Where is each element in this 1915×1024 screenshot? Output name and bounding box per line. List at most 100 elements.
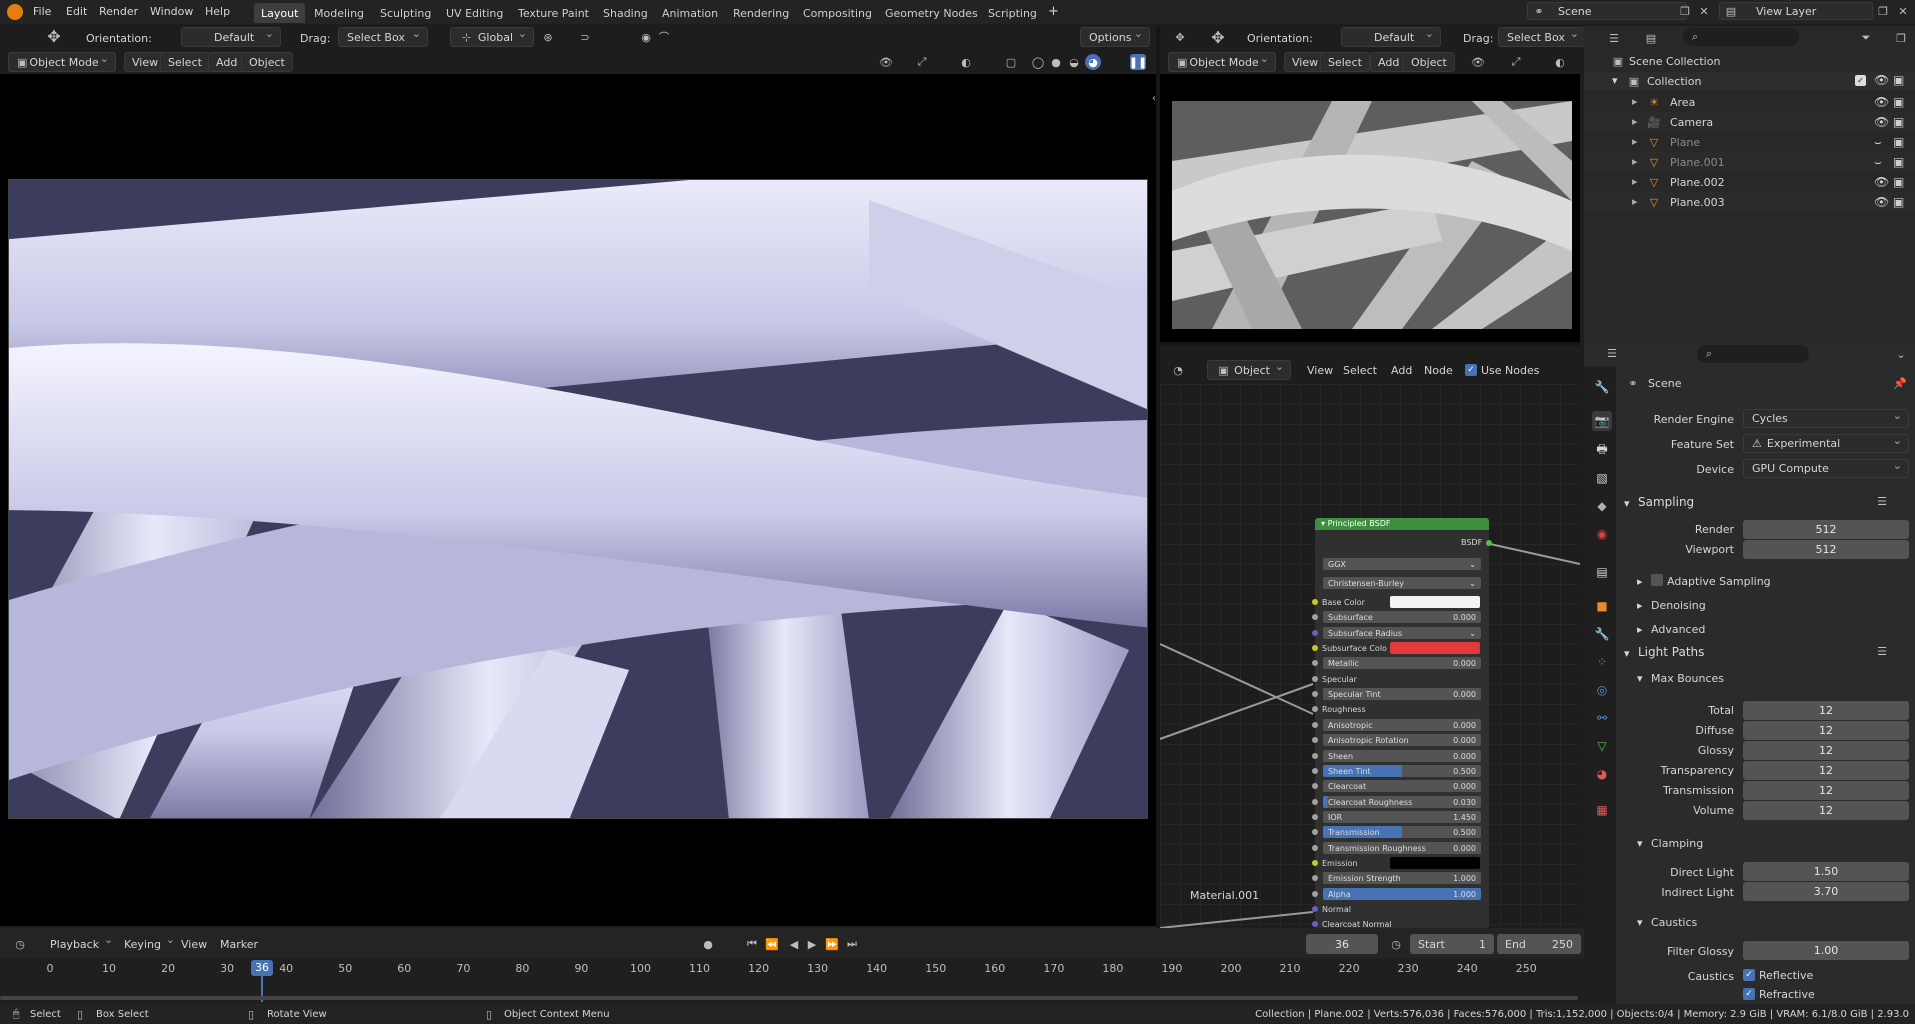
input-socket[interactable] <box>1312 676 1318 682</box>
render-toggle-icon[interactable]: ▣ <box>1893 115 1904 129</box>
rendered-shading-icon[interactable]: ◕ <box>1085 54 1101 70</box>
shader-editor-icon[interactable]: ◔ <box>1170 362 1186 378</box>
filter-icon[interactable]: ⏷ <box>1858 30 1874 46</box>
add-menu[interactable]: Add <box>208 52 246 72</box>
prev-keyframe-icon[interactable]: ⏪ <box>764 936 780 952</box>
node-view-menu[interactable]: View <box>1300 360 1340 380</box>
timeline-type-icon[interactable]: ◷ <box>12 936 28 952</box>
node-input-field[interactable]: Transmission 0.500 <box>1323 826 1481 838</box>
adaptive-expand-icon[interactable]: ▸ <box>1637 575 1643 588</box>
start-frame-field[interactable]: Start 1 <box>1410 934 1494 954</box>
texture-tab-icon[interactable]: ▦ <box>1592 800 1612 820</box>
menu-window[interactable]: Window <box>150 5 193 18</box>
collection-checkbox[interactable]: ✓ <box>1855 75 1866 86</box>
input-socket[interactable] <box>1312 829 1318 835</box>
expand-icon[interactable]: ▸ <box>1632 155 1638 168</box>
refractive-checkbox[interactable]: ✓ <box>1743 988 1755 1000</box>
filter-glossy-field[interactable]: 1.00 <box>1743 941 1909 960</box>
bsdf-output-socket[interactable] <box>1486 540 1492 546</box>
node-input-dropdown[interactable]: Subsurface Radius ⌄ <box>1323 627 1481 639</box>
new-collection-icon[interactable]: ❐ <box>1893 30 1909 46</box>
subsurface-method-dropdown[interactable]: Christensen-Burley ⌄ <box>1323 577 1481 589</box>
bounce-field[interactable]: 12 <box>1743 721 1909 740</box>
device-dropdown[interactable]: GPU Compute <box>1743 459 1909 478</box>
pivot-icon[interactable]: ⊛ <box>540 29 556 45</box>
input-socket[interactable] <box>1312 906 1318 912</box>
playhead-badge[interactable]: 36 <box>251 960 273 976</box>
falloff-icon[interactable]: ⌒ <box>656 29 672 45</box>
outliner-item-name[interactable]: Plane.002 <box>1670 176 1725 189</box>
input-socket[interactable] <box>1312 737 1318 743</box>
record-icon[interactable]: ● <box>700 936 716 952</box>
visibility-toggle-icon[interactable]: ⌣ <box>1874 135 1882 150</box>
tab-texture-paint[interactable]: Texture Paint <box>511 3 596 23</box>
viewport-samples-field[interactable]: 512 <box>1743 540 1909 559</box>
input-socket[interactable] <box>1312 614 1318 620</box>
node-input-field[interactable]: Transmission Roughness 0.000 <box>1323 842 1481 854</box>
blender-logo-icon[interactable] <box>7 4 23 20</box>
visibility-toggle-icon[interactable]: 👁 <box>1874 115 1889 129</box>
material-shading-icon[interactable]: ◒ <box>1066 54 1082 70</box>
expand-icon[interactable]: ▸ <box>1632 135 1638 148</box>
node-input-field[interactable]: Anisotropic Rotation 0.000 <box>1323 734 1481 746</box>
bounce-field[interactable]: 12 <box>1743 801 1909 820</box>
adaptive-sampling-checkbox[interactable] <box>1651 574 1663 586</box>
denoising-expand-icon[interactable]: ▸ <box>1637 599 1643 612</box>
drag-dropdown-2[interactable]: Select Box <box>1498 27 1586 47</box>
orientation-dropdown[interactable]: Default <box>181 27 281 47</box>
indirect-light-field[interactable]: 3.70 <box>1743 882 1909 901</box>
next-keyframe-icon[interactable]: ⏩ <box>824 936 840 952</box>
solid-shading-icon[interactable]: ● <box>1048 54 1064 70</box>
node-input-field[interactable]: Clearcoat 0.000 <box>1323 780 1481 792</box>
properties-search[interactable]: ⌕ <box>1697 345 1809 363</box>
input-socket[interactable] <box>1312 768 1318 774</box>
collection-expand-icon[interactable]: ▾ <box>1612 74 1618 87</box>
shader-type-dropdown[interactable]: ▣ Object <box>1207 360 1291 380</box>
modifier-tab-icon[interactable]: 🔧 <box>1592 624 1612 644</box>
current-frame-field[interactable]: 36 <box>1306 934 1378 954</box>
world-tab-icon[interactable]: ◉ <box>1592 524 1612 544</box>
use-preview-range-icon[interactable]: ◷ <box>1388 936 1404 952</box>
scene-collection-label[interactable]: Scene Collection <box>1629 55 1720 68</box>
timeline-view-menu[interactable]: View <box>174 934 214 954</box>
object-menu[interactable]: Object <box>241 52 293 72</box>
pause-render-icon[interactable]: ❚❚ <box>1129 54 1147 70</box>
xray-icon[interactable]: ▢ <box>1003 54 1019 70</box>
render-tab-icon[interactable]: 📷 <box>1592 411 1612 431</box>
outliner-item-name[interactable]: Camera <box>1670 116 1713 129</box>
scene-selector[interactable]: ⚭ Scene <box>1527 2 1687 20</box>
use-nodes-checkbox[interactable]: ✓ <box>1465 364 1477 376</box>
mode-dropdown[interactable]: ▣ Object Mode <box>8 52 116 72</box>
input-socket[interactable] <box>1312 875 1318 881</box>
input-socket[interactable] <box>1312 814 1318 820</box>
tab-geometry-nodes[interactable]: Geometry Nodes <box>878 3 985 23</box>
expand-icon[interactable]: ▸ <box>1632 115 1638 128</box>
overlay-icon[interactable]: ◐ <box>958 54 974 70</box>
input-socket[interactable] <box>1312 783 1318 789</box>
add-menu-2[interactable]: Add <box>1370 52 1408 72</box>
view-layer-tab-icon[interactable]: ▧ <box>1592 468 1612 488</box>
expand-icon[interactable]: ▸ <box>1632 175 1638 188</box>
menu-render[interactable]: Render <box>99 5 138 18</box>
marker-menu[interactable]: Marker <box>213 934 265 954</box>
node-input-field[interactable]: Sheen Tint 0.500 <box>1323 765 1481 777</box>
node-input-field[interactable]: IOR 1.450 <box>1323 811 1481 823</box>
node-input-field[interactable]: Sheen 0.000 <box>1323 750 1481 762</box>
overlay-icon-2[interactable]: ◐ <box>1552 54 1568 70</box>
node-menu[interactable]: Node <box>1417 360 1460 380</box>
tab-rendering[interactable]: Rendering <box>726 3 796 23</box>
max-bounces-expand-icon[interactable]: ▾ <box>1637 672 1643 685</box>
tab-modeling[interactable]: Modeling <box>307 3 371 23</box>
clamping-expand-icon[interactable]: ▾ <box>1637 837 1643 850</box>
playback-menu[interactable]: Playback <box>42 933 119 954</box>
direct-light-field[interactable]: 1.50 <box>1743 862 1909 881</box>
node-input-field[interactable]: Emission Strength 1.000 <box>1323 872 1481 884</box>
add-workspace-button[interactable]: + <box>1048 4 1059 19</box>
proportional-edit-icon[interactable]: ◉ <box>638 29 654 45</box>
data-tab-icon[interactable]: ▽ <box>1592 736 1612 756</box>
tool-tab-icon[interactable]: 🔧 <box>1592 377 1612 397</box>
options-dropdown[interactable]: Options <box>1080 27 1150 47</box>
select-menu[interactable]: Select <box>160 52 210 72</box>
jump-start-icon[interactable]: ⏮ <box>744 936 760 952</box>
bounce-field[interactable]: 12 <box>1743 741 1909 760</box>
